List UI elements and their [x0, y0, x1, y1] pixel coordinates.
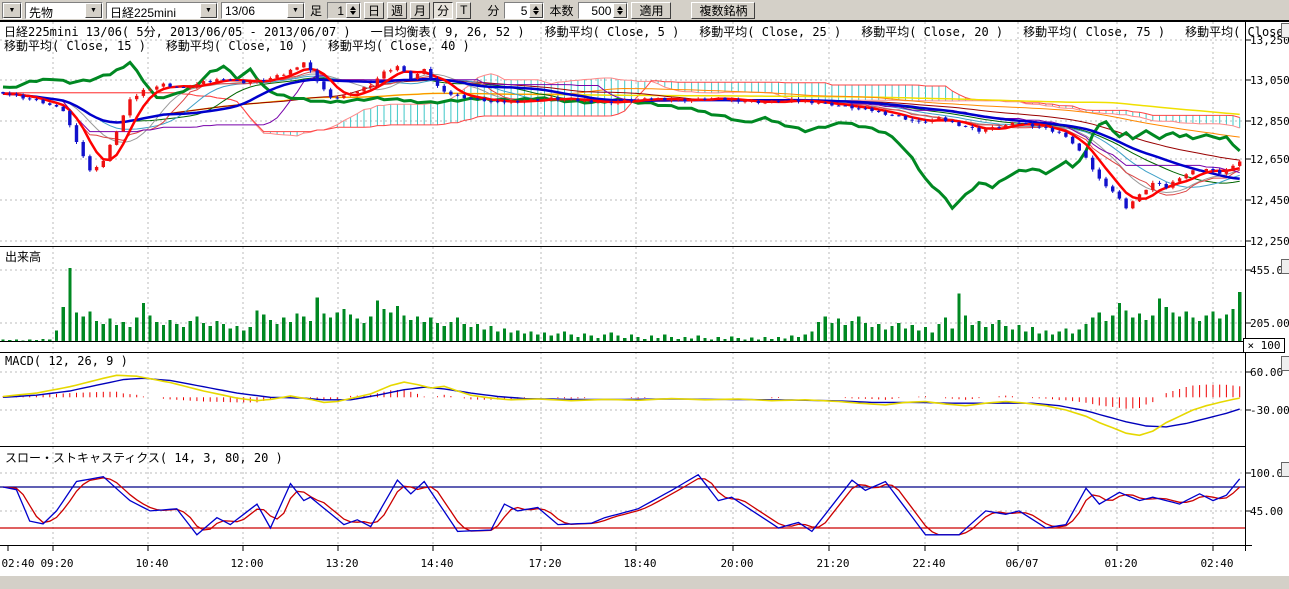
- bar-count-label: 本数: [547, 2, 575, 19]
- dropdown-arrow-icon[interactable]: ▼: [287, 3, 304, 18]
- bar-type-label: 足: [308, 2, 324, 19]
- spinner-arrows-icon[interactable]: [613, 3, 627, 18]
- contract-month-combo-value: 13/06: [222, 3, 287, 18]
- minute-value-spinner[interactable]: 5: [504, 2, 544, 19]
- time-axis-label: 01:20: [1103, 557, 1139, 570]
- bar-count-value: 500: [579, 3, 613, 18]
- legend-item: 移動平均( Close, 75 ): [1023, 25, 1165, 39]
- bar-count-spinner[interactable]: 500: [578, 2, 628, 19]
- time-axis-label: 20:00: [719, 557, 755, 570]
- price-axis-label: 13,050: [1250, 74, 1288, 87]
- stoch-panel-label: スロー・ストキャスティクス( 14, 3, 80, 20 ): [5, 449, 283, 466]
- apply-button[interactable]: 適用: [631, 2, 671, 19]
- time-axis-label: 06/07: [1004, 557, 1040, 570]
- monthly-button[interactable]: 月: [410, 2, 430, 19]
- window-combo[interactable]: ▼: [2, 2, 22, 19]
- spin-down-icon[interactable]: [350, 11, 356, 15]
- spinner-arrows-icon[interactable]: [529, 3, 543, 18]
- spin-up-icon[interactable]: [350, 6, 356, 10]
- price-axis-label: 12,450: [1250, 194, 1288, 207]
- legend-item: 移動平均( Close, 5 ): [545, 25, 680, 39]
- instrument-combo-value: 先物: [26, 3, 85, 18]
- symbol-combo-value: 日経225mini: [107, 3, 200, 18]
- legend-item: 移動平均( Close, 10 ): [166, 39, 308, 53]
- spinner-arrows-icon[interactable]: [346, 3, 360, 18]
- time-axis-label: 14:40: [419, 557, 455, 570]
- time-axis-label: 09:20: [39, 557, 75, 570]
- legend-item: 移動平均( Close, 15 ): [4, 39, 146, 53]
- macd-panel-label: MACD( 12, 26, 9 ): [5, 354, 128, 368]
- price-axis-label: 12,650: [1250, 153, 1288, 166]
- time-axis-label: 10:40: [134, 557, 170, 570]
- time-axis-label: 17:20: [527, 557, 563, 570]
- time-axis-label: 02:40: [0, 557, 36, 570]
- volume-multiplier-badge: × 100: [1243, 338, 1285, 353]
- minute-label: 分: [485, 2, 501, 19]
- multi-symbol-button[interactable]: 複数銘柄: [691, 2, 755, 19]
- dropdown-arrow-icon[interactable]: ▼: [3, 3, 21, 18]
- legend-row-2: 移動平均( Close, 15 ) 移動平均( Close, 10 ) 移動平均( …: [4, 37, 490, 54]
- daily-button[interactable]: 日: [364, 2, 384, 19]
- bar-interval-spinner[interactable]: 1: [327, 2, 361, 19]
- bar-interval-value: 1: [328, 3, 346, 18]
- spin-up-icon[interactable]: [617, 6, 623, 10]
- volume-axis-label: 205.00: [1250, 317, 1288, 330]
- panel-mini-widget[interactable]: [1281, 356, 1289, 371]
- chart-canvas[interactable]: [0, 0, 1289, 589]
- panel-mini-widget[interactable]: [1281, 23, 1289, 38]
- time-axis-label: 21:20: [815, 557, 851, 570]
- volume-panel-label: 出来高: [5, 248, 41, 265]
- time-axis-label: 13:20: [324, 557, 360, 570]
- instrument-combo[interactable]: 先物 ▼: [25, 2, 103, 19]
- minute-button[interactable]: 分: [433, 2, 453, 19]
- stoch-axis-label: 45.00: [1250, 505, 1288, 518]
- time-axis-label: 02:40: [1199, 557, 1235, 570]
- price-axis-label: 12,250: [1250, 235, 1288, 248]
- legend-item: 移動平均( Close, 25 ): [699, 25, 841, 39]
- panel-mini-widget[interactable]: [1281, 462, 1289, 477]
- time-axis-label: 22:40: [911, 557, 947, 570]
- panel-mini-widget[interactable]: [1281, 259, 1289, 274]
- bottom-scroll-strip[interactable]: [0, 576, 1289, 589]
- legend-item: 移動平均( Close, 20 ): [861, 25, 1003, 39]
- macd-axis-label: -30.00: [1250, 404, 1288, 417]
- toolbar: ▼ 先物 ▼ 日経225mini ▼ 13/06 ▼ 足 1 日 週 月 分 T…: [0, 0, 1289, 21]
- price-axis-label: 12,850: [1250, 115, 1288, 128]
- spin-down-icon[interactable]: [533, 11, 539, 15]
- contract-month-combo[interactable]: 13/06 ▼: [221, 2, 305, 19]
- spin-down-icon[interactable]: [617, 11, 623, 15]
- legend-item: 移動平均( Close, 40 ): [328, 39, 470, 53]
- weekly-button[interactable]: 週: [387, 2, 407, 19]
- tick-button[interactable]: T: [456, 2, 471, 19]
- symbol-combo[interactable]: 日経225mini ▼: [106, 2, 218, 19]
- spin-up-icon[interactable]: [533, 6, 539, 10]
- minute-value: 5: [505, 3, 529, 18]
- dropdown-arrow-icon[interactable]: ▼: [85, 3, 102, 18]
- dropdown-arrow-icon[interactable]: ▼: [200, 3, 217, 18]
- time-axis-label: 18:40: [622, 557, 658, 570]
- time-axis-label: 12:00: [229, 557, 265, 570]
